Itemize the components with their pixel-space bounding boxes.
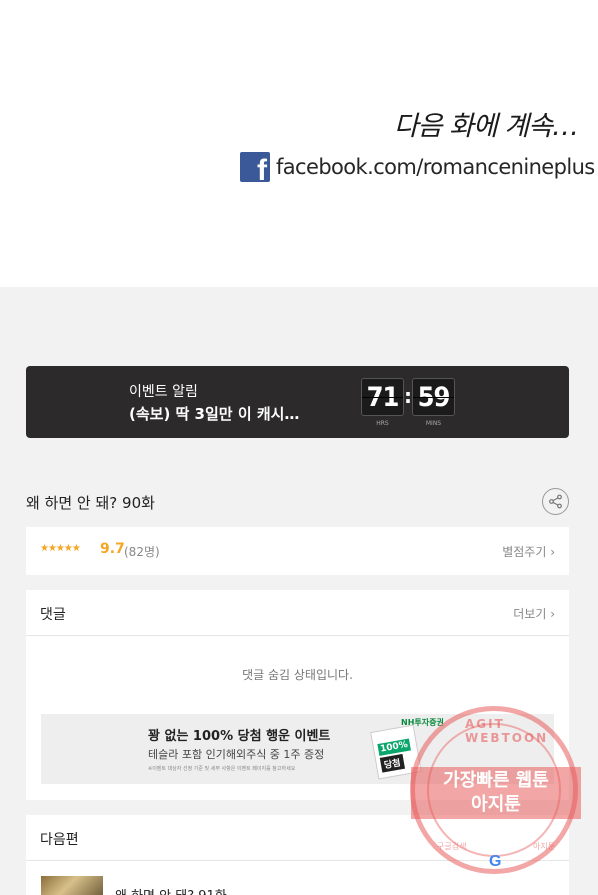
- watermark-ring-text: AGIT WEBTOON: [465, 717, 549, 745]
- event-title: 이벤트 알림: [129, 384, 198, 400]
- rating-count: (82명): [124, 545, 160, 559]
- rating-stars: ★★★★★: [40, 543, 81, 554]
- facebook-icon: f: [240, 152, 270, 182]
- rate-button[interactable]: 별점주기 ›: [502, 543, 555, 560]
- ad-title: 꽝 없는 100% 당첨 행운 이벤트: [148, 729, 331, 744]
- event-subtitle: (속보) 딱 3일만 이 캐시…: [129, 405, 300, 423]
- watermark-line2: 아지툰: [471, 794, 521, 815]
- next-episode-thumbnail[interactable]: [41, 876, 103, 895]
- ad-ticket-percent: 100%: [377, 738, 411, 756]
- rating-card: ★★★★★ 9.7 (82명) 별점주기 ›: [26, 527, 569, 575]
- watermark-foot-left: 구글검색: [437, 842, 467, 851]
- next-title: 다음편: [40, 832, 79, 848]
- next-episode-title[interactable]: 왜 하면 안 돼? 91화: [115, 885, 227, 895]
- countdown-timer: 71 : 59: [361, 378, 455, 416]
- facebook-url: facebook.com/romancenineplus: [276, 155, 595, 179]
- timer-colon: :: [404, 384, 412, 408]
- comment-more-link[interactable]: 더보기 ›: [513, 605, 555, 622]
- comment-title: 댓글: [40, 607, 66, 623]
- timer-hours: 71: [361, 378, 404, 416]
- continue-text: 다음 화에 계속…: [393, 111, 579, 142]
- watermark-foot-right: 아지툰: [533, 842, 556, 851]
- watermark-stamp: AGIT WEBTOON 가장빠른 웹툰 아지툰 구글검색 아지툰 G: [410, 706, 581, 874]
- watermark-band: 가장빠른 웹툰 아지툰: [411, 767, 581, 819]
- episode-title: 왜 하면 안 돼? 90화: [26, 494, 155, 512]
- ad-subtitle: 테슬라 포함 인기해외주식 중 1주 증정: [148, 748, 325, 761]
- google-icon: G: [489, 853, 502, 870]
- watermark-line1: 가장빠른 웹툰: [443, 770, 549, 791]
- timer-hours-label: HRS: [376, 420, 389, 427]
- share-icon: [549, 494, 562, 509]
- comic-panel: 다음 화에 계속… f facebook.com/romancenineplus: [0, 0, 598, 287]
- event-banner[interactable]: 이벤트 알림 (속보) 딱 3일만 이 캐시… 71 : 59 HRS MINS: [26, 366, 569, 438]
- ad-ticket-win: 당첨: [379, 753, 405, 773]
- comment-header: 댓글 더보기 ›: [26, 590, 569, 636]
- comment-hidden-message: 댓글 숨김 상태입니다.: [242, 668, 353, 682]
- rating-score: 9.7: [100, 541, 125, 557]
- share-button[interactable]: [542, 488, 569, 515]
- timer-minutes-label: MINS: [425, 420, 442, 427]
- timer-minutes: 59: [412, 378, 455, 416]
- facebook-link: f facebook.com/romancenineplus: [240, 152, 595, 182]
- ad-fine-print: ※이벤트 대상자 선정 기준 및 세부 사항은 이벤트 페이지를 참고하세요: [148, 766, 296, 772]
